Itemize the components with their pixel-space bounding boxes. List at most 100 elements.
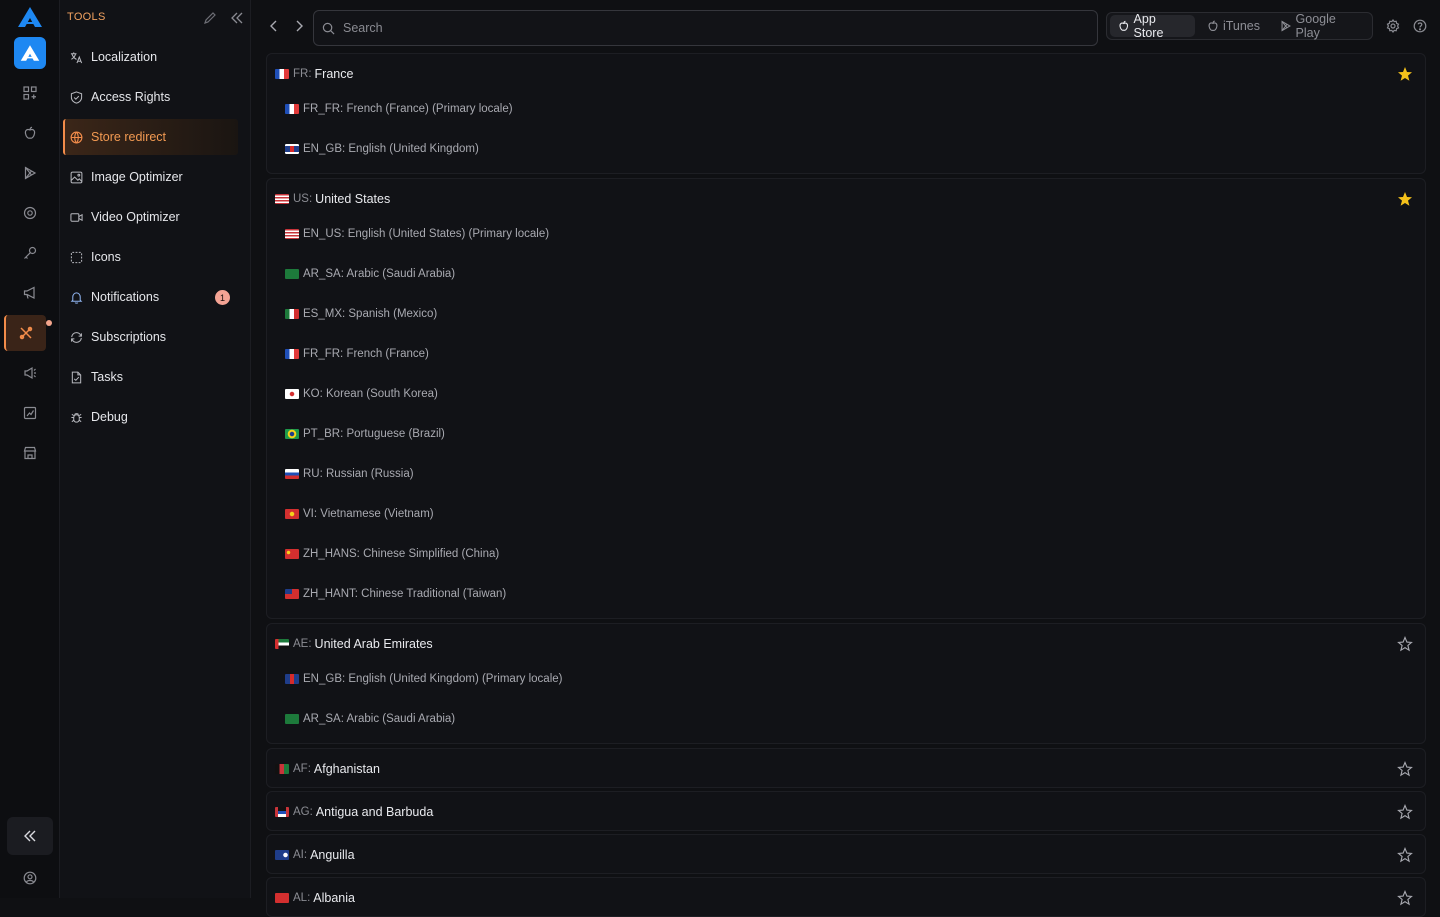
locale-row[interactable]: FR_FR: French (France) (Primary locale) <box>285 99 513 119</box>
country-card-al[interactable]: AL: Albania <box>266 877 1426 917</box>
locale-label: RU: Russian (Russia) <box>303 468 414 480</box>
store-option-label: Google Play <box>1295 12 1336 40</box>
rail-ads[interactable] <box>0 355 60 391</box>
search-box[interactable] <box>313 10 1098 46</box>
locale-row[interactable]: ZH_HANS: Chinese Simplified (China) <box>285 544 499 564</box>
rail-apple[interactable] <box>0 115 60 151</box>
megaphone-icon <box>23 286 35 299</box>
forward-arrow-icon[interactable] <box>292 19 306 33</box>
star-outline-icon[interactable] <box>1397 804 1413 820</box>
country-card-ai[interactable]: AI: Anguilla <box>266 834 1426 874</box>
rail-store[interactable] <box>0 435 60 471</box>
rail-google-play[interactable] <box>0 155 60 191</box>
star-outline-icon[interactable] <box>1397 636 1413 652</box>
flag-kr-icon <box>285 389 299 399</box>
image-icon <box>70 171 83 183</box>
flag-fr-icon <box>275 69 289 79</box>
help-icon[interactable] <box>1413 19 1427 33</box>
country-code: AG: <box>293 806 313 818</box>
rail-key[interactable] <box>0 235 60 271</box>
locale-row[interactable]: AR_SA: Arabic (Saudi Arabia) <box>285 709 455 729</box>
tools-icon <box>19 326 33 340</box>
country-header[interactable]: FR: France <box>275 64 353 84</box>
back-arrow-icon[interactable] <box>267 19 281 33</box>
nav-item-video-optimizer[interactable]: Video Optimizer <box>63 199 238 235</box>
rail-collapse-button[interactable] <box>7 817 53 855</box>
notifications-count-badge: 1 <box>215 290 230 305</box>
notification-dot <box>46 320 52 326</box>
nav-item-notifications[interactable]: Notifications 1 <box>63 279 238 315</box>
store-option-google-play[interactable]: Google Play <box>1272 12 1369 40</box>
nav-item-access-rights[interactable]: Access Rights <box>63 79 238 115</box>
country-name: Afghanistan <box>313 762 380 776</box>
locale-label: EN_GB: English (United Kingdom) <box>303 143 479 155</box>
locale-row[interactable]: ZH_HANT: Chinese Traditional (Taiwan) <box>285 584 506 604</box>
nav-item-store-redirect[interactable]: Store redirect <box>63 119 238 155</box>
search-input[interactable] <box>343 21 1043 35</box>
locale-row[interactable]: EN_US: English (United States) (Primary … <box>285 224 549 244</box>
locale-row[interactable]: KO: Korean (South Korea) <box>285 384 438 404</box>
country-name: Albania <box>313 891 355 905</box>
rail-analytics[interactable] <box>0 395 60 431</box>
locale-row[interactable]: RU: Russian (Russia) <box>285 464 414 484</box>
nav-item-localization[interactable]: Localization <box>63 39 238 75</box>
rail-target[interactable] <box>0 195 60 231</box>
rail-tools[interactable] <box>4 315 52 351</box>
pencil-icon[interactable] <box>203 11 217 25</box>
locale-row[interactable]: FR_FR: French (France) <box>285 344 429 364</box>
store-option-itunes[interactable]: iTunes <box>1199 15 1268 37</box>
settings-gear-icon[interactable] <box>1386 19 1400 33</box>
country-header[interactable]: AI: Anguilla <box>275 845 355 865</box>
country-header[interactable]: AF: Afghanistan <box>275 759 380 779</box>
star-filled-icon[interactable] <box>1397 66 1413 82</box>
star-outline-icon[interactable] <box>1397 890 1413 906</box>
nav-item-image-optimizer[interactable]: Image Optimizer <box>63 159 238 195</box>
country-header[interactable]: AL: Albania <box>275 888 355 908</box>
rail-apps[interactable] <box>0 75 60 111</box>
star-outline-icon[interactable] <box>1397 761 1413 777</box>
country-name: Antigua and Barbuda <box>315 805 434 819</box>
locale-label: VI: Vietnamese (Vietnam) <box>303 508 434 520</box>
locale-row[interactable]: VI: Vietnamese (Vietnam) <box>285 504 434 524</box>
country-name: Anguilla <box>310 848 355 862</box>
country-code: FR: <box>293 68 312 80</box>
flag-vn-icon <box>285 509 299 519</box>
app-logo-icon <box>20 45 40 61</box>
locale-row[interactable]: ES_MX: Spanish (Mexico) <box>285 304 437 324</box>
country-header[interactable]: AE: United Arab Emirates <box>275 634 433 654</box>
chevrons-left-icon[interactable] <box>230 11 244 25</box>
app-avatar[interactable] <box>14 37 46 69</box>
globe-icon <box>70 131 83 143</box>
nav-item-debug[interactable]: Debug <box>63 399 238 435</box>
rail-megaphone[interactable] <box>0 275 60 311</box>
star-outline-icon[interactable] <box>1397 847 1413 863</box>
star-filled-icon[interactable] <box>1397 191 1413 207</box>
shield-icon <box>70 90 83 104</box>
flag-gb-icon <box>285 674 299 684</box>
country-card-ae: AE: United Arab Emirates EN_GB: English … <box>266 623 1426 744</box>
play-icon <box>1281 20 1291 32</box>
locale-row[interactable]: AR_SA: Arabic (Saudi Arabia) <box>285 264 455 284</box>
store-option-app-store[interactable]: App Store <box>1110 12 1195 40</box>
locale-row[interactable]: EN_GB: English (United Kingdom) (Primary… <box>285 669 562 689</box>
locale-row[interactable]: PT_BR: Portuguese (Brazil) <box>285 424 445 444</box>
flag-af-icon <box>275 764 289 774</box>
locale-row[interactable]: EN_GB: English (United Kingdom) <box>285 139 479 159</box>
flag-ae-icon <box>275 639 289 649</box>
nav-item-label: Tasks <box>91 370 123 384</box>
locale-label: FR_FR: French (France) (Primary locale) <box>303 103 513 115</box>
flag-fr-icon <box>285 104 299 114</box>
country-card-af[interactable]: AF: Afghanistan <box>266 748 1426 788</box>
country-header[interactable]: AG: Antigua and Barbuda <box>275 802 433 822</box>
user-account-button[interactable] <box>0 868 60 888</box>
nav-item-icons[interactable]: Icons <box>63 239 238 275</box>
apple-icon <box>1119 20 1129 31</box>
nav-item-subscriptions[interactable]: Subscriptions <box>63 319 238 355</box>
locale-label: FR_FR: French (France) <box>303 348 429 360</box>
country-card-ag[interactable]: AG: Antigua and Barbuda <box>266 791 1426 831</box>
brand-logo-icon[interactable] <box>17 6 43 28</box>
locale-label: ZH_HANS: Chinese Simplified (China) <box>303 548 500 560</box>
flag-sa-icon <box>285 269 299 279</box>
nav-item-tasks[interactable]: Tasks <box>63 359 238 395</box>
country-header[interactable]: US: United States <box>275 189 390 209</box>
